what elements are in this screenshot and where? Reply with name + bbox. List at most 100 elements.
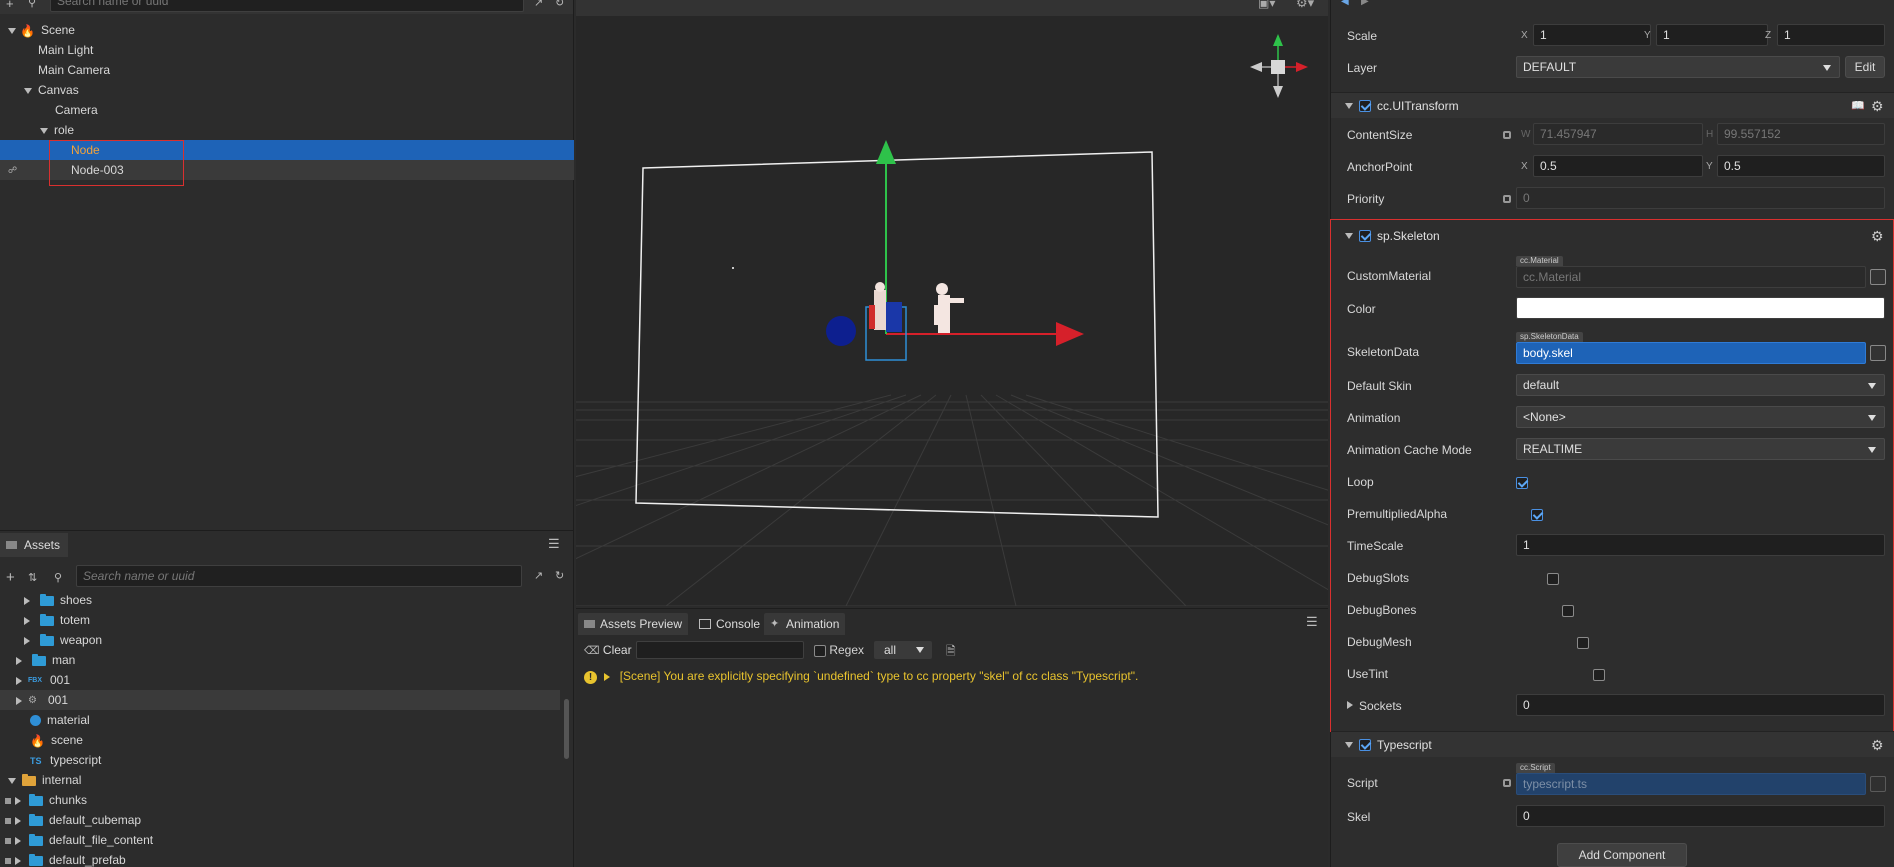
- console-filter-input[interactable]: [636, 641, 804, 659]
- expand-icon[interactable]: ↗: [534, 0, 543, 9]
- tree-item-scene[interactable]: 🔥 Scene: [0, 20, 574, 40]
- tab-animation[interactable]: ✦ Animation: [764, 613, 846, 635]
- loop-checkbox[interactable]: [1516, 476, 1528, 489]
- expand-arrow-icon[interactable]: [16, 696, 22, 705]
- scale-y-input[interactable]: 1: [1656, 24, 1768, 46]
- tab-assets-preview[interactable]: Assets Preview: [578, 613, 689, 635]
- skeleton-enabled-checkbox[interactable]: [1359, 230, 1371, 242]
- sort-icon[interactable]: ⇅: [28, 571, 37, 584]
- book-icon[interactable]: 📖: [1851, 93, 1865, 119]
- expand-arrow-icon[interactable]: [24, 616, 30, 625]
- skeleton-data-field[interactable]: body.skel: [1516, 342, 1866, 364]
- collapse-icon[interactable]: [40, 127, 48, 134]
- collapse-icon[interactable]: [8, 777, 16, 784]
- premultiplied-alpha-checkbox[interactable]: [1531, 508, 1544, 521]
- debug-slots-checkbox[interactable]: [1546, 572, 1559, 585]
- console-message[interactable]: ! [Scene] You are explicitly specifying …: [584, 669, 1138, 684]
- search-icon[interactable]: ⚲: [28, 0, 36, 9]
- collapse-icon[interactable]: [1345, 103, 1353, 109]
- asset-item-001-fbx[interactable]: FBX 001: [0, 670, 560, 690]
- default-skin-select[interactable]: default: [1516, 374, 1885, 396]
- asset-picker-icon[interactable]: [1870, 776, 1886, 792]
- expand-arrow-icon[interactable]: [24, 596, 30, 605]
- refresh-icon[interactable]: ↻: [555, 0, 564, 9]
- debug-mesh-checkbox[interactable]: [1577, 636, 1590, 649]
- tree-item-main-camera[interactable]: Main Camera: [0, 60, 574, 80]
- expand-arrow-icon[interactable]: [24, 636, 30, 645]
- layer-edit-button[interactable]: Edit: [1845, 56, 1885, 78]
- viewport-canvas[interactable]: [576, 0, 1328, 606]
- asset-item-internal[interactable]: internal: [0, 770, 560, 790]
- asset-item-typescript[interactable]: TS typescript: [0, 750, 560, 770]
- expand-arrow-icon[interactable]: [16, 676, 22, 685]
- back-icon[interactable]: ◀: [1341, 0, 1349, 7]
- expand-arrow-icon[interactable]: [604, 672, 611, 681]
- orientation-gizmo[interactable]: [1250, 34, 1308, 98]
- expand-arrow-icon[interactable]: [15, 836, 21, 845]
- lock-icon[interactable]: [1503, 131, 1511, 139]
- x-arrow-icon[interactable]: [1056, 322, 1084, 346]
- tree-item-camera[interactable]: Camera: [0, 100, 574, 120]
- add-icon[interactable]: +: [6, 569, 15, 586]
- use-tint-checkbox[interactable]: [1592, 668, 1605, 681]
- regex-checkbox[interactable]: [814, 644, 826, 657]
- asset-item-shoes[interactable]: shoes: [0, 590, 560, 610]
- collapse-icon[interactable]: [1345, 233, 1353, 239]
- typescript-enabled-checkbox[interactable]: [1359, 739, 1371, 751]
- priority-input[interactable]: 0: [1516, 187, 1885, 209]
- regex-toggle[interactable]: Regex: [814, 641, 864, 659]
- uitransform-enabled-checkbox[interactable]: [1359, 100, 1371, 112]
- add-icon[interactable]: +: [6, 0, 14, 11]
- color-swatch[interactable]: [1516, 297, 1885, 319]
- asset-item-man[interactable]: man: [0, 650, 560, 670]
- scrollbar-thumb[interactable]: [564, 699, 569, 759]
- assets-search-input[interactable]: Search name or uuid: [76, 565, 522, 587]
- expand-arrow-icon[interactable]: [15, 856, 21, 865]
- level-select[interactable]: all: [874, 641, 932, 659]
- expand-arrow-icon[interactable]: [16, 656, 22, 665]
- search-icon[interactable]: ⚲: [54, 571, 62, 584]
- collapse-icon[interactable]: [8, 27, 16, 34]
- skel-input[interactable]: 0: [1516, 805, 1885, 827]
- asset-item-default-file-content[interactable]: default_file_content: [0, 830, 560, 850]
- typescript-header[interactable]: Typescript ⚙: [1331, 731, 1894, 757]
- menu-icon[interactable]: ☰: [548, 536, 560, 552]
- debug-bones-checkbox[interactable]: [1562, 604, 1575, 617]
- tab-console[interactable]: Console: [694, 613, 767, 635]
- tree-item-canvas[interactable]: Canvas: [0, 80, 574, 100]
- anchor-y-input[interactable]: 0.5: [1717, 155, 1885, 177]
- refresh-icon[interactable]: ↻: [555, 569, 564, 582]
- menu-icon[interactable]: ☰: [1306, 614, 1318, 630]
- character-node-003[interactable]: [934, 283, 964, 333]
- file-icon[interactable]: 🗎: [946, 642, 956, 663]
- asset-item-weapon[interactable]: weapon: [0, 630, 560, 650]
- expand-icon[interactable]: ↗: [534, 569, 543, 582]
- asset-picker-icon[interactable]: [1870, 269, 1886, 285]
- anchor-x-input[interactable]: 0.5: [1533, 155, 1703, 177]
- forward-icon[interactable]: ▶: [1361, 0, 1369, 7]
- asset-item-chunks[interactable]: chunks: [0, 790, 560, 810]
- asset-item-material[interactable]: material: [0, 710, 560, 730]
- add-component-button[interactable]: Add Component: [1557, 843, 1687, 867]
- expand-arrow-icon[interactable]: [15, 816, 21, 825]
- expand-arrow-icon[interactable]: [1347, 701, 1353, 709]
- assets-tab[interactable]: Assets: [0, 533, 69, 557]
- scale-z-input[interactable]: 1: [1777, 24, 1885, 46]
- gear-icon[interactable]: ⚙: [1871, 732, 1884, 758]
- animation-select[interactable]: <None>: [1516, 406, 1885, 428]
- cache-mode-select[interactable]: REALTIME: [1516, 438, 1885, 460]
- gear-icon[interactable]: ⚙: [1871, 93, 1884, 119]
- lock-icon[interactable]: [1503, 195, 1511, 203]
- lock-icon[interactable]: [1503, 779, 1511, 787]
- layer-select[interactable]: DEFAULT: [1516, 56, 1840, 78]
- scale-x-input[interactable]: 1: [1533, 24, 1651, 46]
- asset-item-totem[interactable]: totem: [0, 610, 560, 630]
- sphere-object[interactable]: [826, 316, 856, 346]
- custom-material-field[interactable]: cc.Material: [1516, 266, 1866, 288]
- tree-item-main-light[interactable]: Main Light: [0, 40, 574, 60]
- collapse-icon[interactable]: [24, 87, 32, 94]
- asset-item-default-prefab[interactable]: default_prefab: [0, 850, 560, 867]
- sockets-input[interactable]: 0: [1516, 694, 1885, 716]
- y-arrow-icon[interactable]: [876, 140, 896, 164]
- asset-item-001[interactable]: ⚙ 001: [0, 690, 560, 710]
